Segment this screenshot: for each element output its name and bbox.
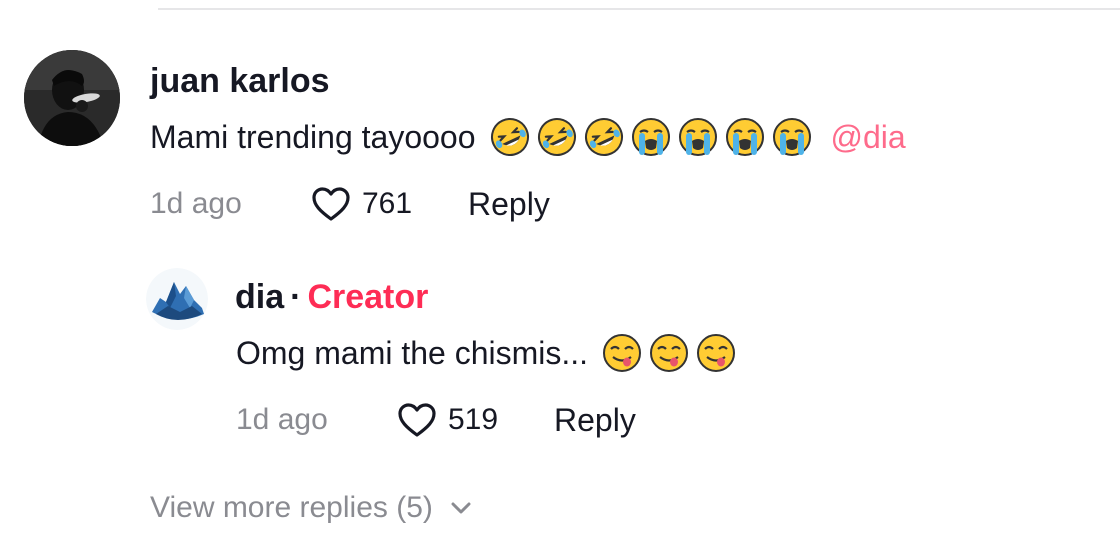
avatar-dia[interactable] — [146, 268, 208, 330]
reply-text-row: Omg mami the chismis... — [236, 330, 743, 376]
rolling-laughing-emoji-icon — [584, 117, 624, 157]
separator-dot: · — [290, 278, 302, 316]
reply-timestamp: 1d ago — [236, 403, 328, 436]
comment-text: Mami trending tayoooo — [150, 118, 476, 155]
chevron-down-icon — [449, 500, 473, 516]
avatar-juan-karlos[interactable] — [24, 50, 120, 146]
reply-like-count: 519 — [448, 403, 499, 436]
heart-icon[interactable] — [310, 185, 352, 223]
comment-meta: 1d ago 761 Reply — [150, 182, 550, 226]
reply-like-button[interactable]: 519 — [396, 401, 554, 439]
yum-emoji-icon — [696, 333, 736, 373]
reply-username[interactable]: dia — [235, 278, 284, 316]
comment-emoji-row — [490, 117, 819, 157]
rolling-laughing-emoji-icon — [537, 117, 577, 157]
heart-icon[interactable] — [396, 401, 438, 439]
view-more-replies-button[interactable]: View more replies (5) — [150, 486, 473, 530]
comment-like-button[interactable]: 761 — [310, 185, 468, 223]
creator-badge: Creator — [307, 278, 429, 316]
avatar-image — [146, 268, 208, 330]
reply-header: dia · Creator — [235, 278, 428, 317]
loudly-crying-emoji-icon — [631, 117, 671, 157]
mention-link[interactable]: @dia — [831, 119, 906, 156]
reply-reply-button[interactable]: Reply — [554, 402, 636, 439]
avatar-photo — [24, 50, 120, 146]
comment-timestamp: 1d ago — [150, 187, 242, 220]
reply-text: Omg mami the chismis... — [236, 334, 589, 371]
top-divider — [158, 8, 1120, 10]
reply-meta: 1d ago 519 Reply — [236, 398, 636, 442]
loudly-crying-emoji-icon — [725, 117, 765, 157]
view-more-label: View more replies (5) — [150, 491, 433, 524]
loudly-crying-emoji-icon — [678, 117, 718, 157]
loudly-crying-emoji-icon — [772, 117, 812, 157]
reply-emoji-row — [602, 333, 743, 373]
comment-text-row: Mami trending tayoooo @dia — [150, 114, 906, 160]
yum-emoji-icon — [602, 333, 642, 373]
comment-username[interactable]: juan karlos — [150, 62, 330, 101]
comment-reply-button[interactable]: Reply — [468, 186, 550, 223]
rolling-laughing-emoji-icon — [490, 117, 530, 157]
comment-like-count: 761 — [362, 187, 413, 220]
yum-emoji-icon — [649, 333, 689, 373]
